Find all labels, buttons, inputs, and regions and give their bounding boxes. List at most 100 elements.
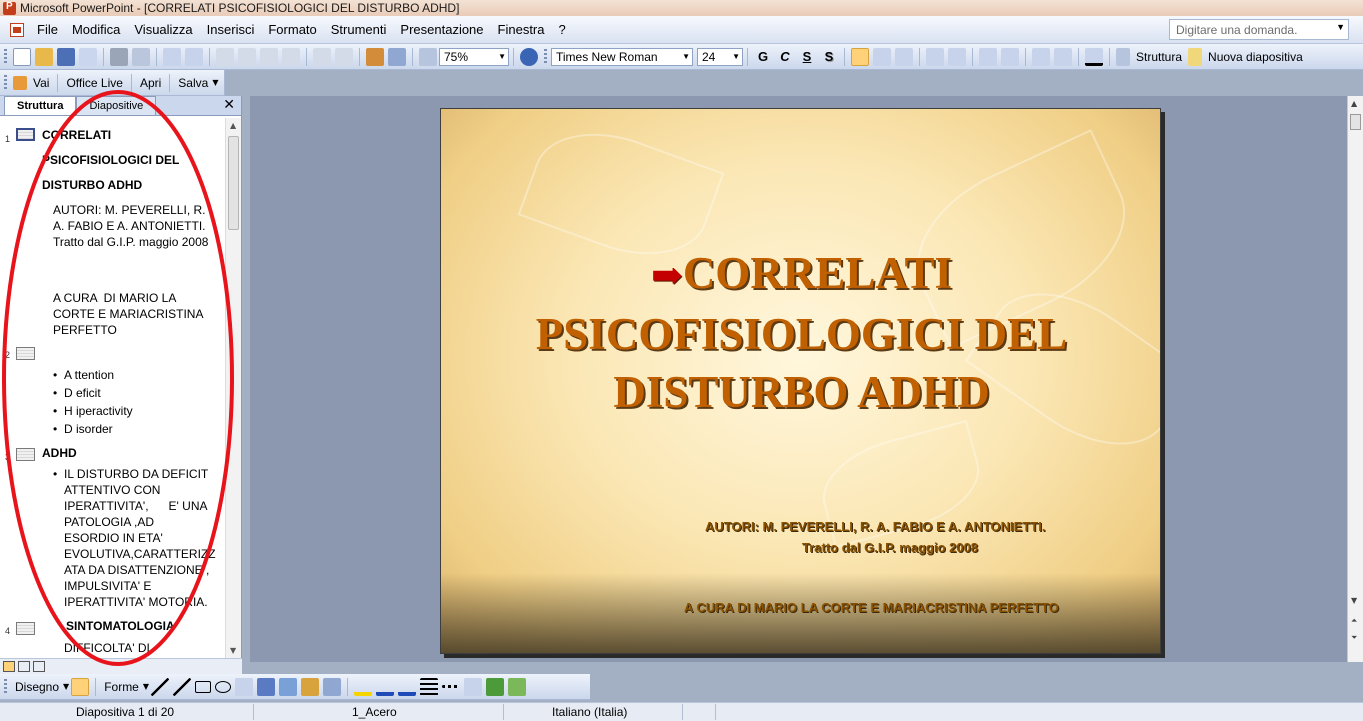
menu-strumenti[interactable]: Strumenti xyxy=(324,22,394,37)
shadow-style-icon[interactable] xyxy=(486,677,505,696)
go-icon[interactable] xyxy=(13,75,27,90)
spelling-icon[interactable] xyxy=(163,47,181,66)
align-left-icon[interactable] xyxy=(851,47,869,66)
outline-content[interactable]: 1 CORRELATI PSICOFISIOLOGICI DEL DISTURB… xyxy=(0,118,226,658)
insert-table-icon[interactable] xyxy=(388,47,406,66)
scroll-down-icon[interactable]: ▼ xyxy=(1351,596,1357,605)
slide-icon[interactable] xyxy=(16,347,35,360)
next-slide-icon[interactable]: ⏷ xyxy=(1351,633,1357,643)
menu-modifica[interactable]: Modifica xyxy=(65,22,127,37)
outline-body-text[interactable]: DIFFICOLTA' DI xyxy=(64,640,150,656)
menu-help[interactable]: ? xyxy=(552,22,573,37)
menu-visualizza[interactable]: Visualizza xyxy=(127,22,199,37)
powerpoint-app-icon[interactable] xyxy=(3,1,16,15)
scroll-up-icon[interactable]: ▲ xyxy=(1351,99,1357,108)
slideshow-view-icon[interactable] xyxy=(33,661,45,672)
arrow-line-icon[interactable] xyxy=(173,677,192,696)
arrow-style-icon[interactable] xyxy=(464,677,483,696)
tab-slides[interactable]: Diapositive xyxy=(76,96,157,115)
zoom-select[interactable]: 75% ▼ xyxy=(439,47,509,66)
menu-inserisci[interactable]: Inserisci xyxy=(200,22,262,37)
toolbar-grip[interactable] xyxy=(4,678,7,695)
select-pointer-icon[interactable] xyxy=(71,677,90,696)
help-question-box[interactable]: Digitare una domanda. ▼ xyxy=(1169,19,1349,40)
normal-view-icon[interactable] xyxy=(3,661,15,672)
new-slide-button[interactable]: Nuova diapositiva xyxy=(1204,50,1307,64)
outline-bullet[interactable]: IL DISTURBO DA DEFICIT ATTENTIVO CON IPE… xyxy=(53,466,216,610)
line-style-icon[interactable] xyxy=(420,677,439,696)
dash-style-icon[interactable] xyxy=(442,685,461,688)
open-button[interactable]: Apri xyxy=(136,76,165,90)
align-center-icon[interactable] xyxy=(873,47,891,66)
cut-icon[interactable] xyxy=(216,47,234,66)
menu-formato[interactable]: Formato xyxy=(261,22,323,37)
toolbar-grip[interactable] xyxy=(4,48,7,65)
scroll-down-icon[interactable]: ▼ xyxy=(230,646,236,655)
copy-icon[interactable] xyxy=(238,47,256,66)
fill-color-icon[interactable] xyxy=(354,678,373,696)
slide-icon[interactable] xyxy=(16,622,35,635)
outline-bullet[interactable]: A ttention xyxy=(53,366,114,384)
help-icon[interactable] xyxy=(520,47,538,66)
language-status[interactable]: Italiano (Italia) xyxy=(552,705,627,719)
document-icon[interactable] xyxy=(10,22,24,37)
shapes-menu[interactable]: Forme xyxy=(100,680,143,694)
scroll-thumb[interactable] xyxy=(1350,114,1361,130)
chevron-down-icon[interactable]: ▼ xyxy=(498,52,506,61)
font-size-select[interactable]: 24 ▼ xyxy=(697,47,743,66)
chevron-down-icon[interactable]: ▼ xyxy=(732,52,740,61)
print-icon[interactable] xyxy=(110,47,128,66)
open-folder-icon[interactable] xyxy=(35,47,53,66)
save-menu[interactable]: Salva xyxy=(174,76,212,90)
menu-file[interactable]: File xyxy=(30,22,65,37)
slide-sorter-view-icon[interactable] xyxy=(18,661,30,672)
slide-icon[interactable] xyxy=(16,448,35,461)
toolbar-grip[interactable] xyxy=(544,48,547,65)
chevron-down-icon[interactable]: ▼ xyxy=(143,682,149,691)
increase-indent-icon[interactable] xyxy=(1054,47,1072,66)
format-painter-icon[interactable] xyxy=(282,47,300,66)
line-color-icon[interactable] xyxy=(376,678,395,696)
permission-icon[interactable] xyxy=(79,47,97,66)
research-icon[interactable] xyxy=(185,47,203,66)
save-icon[interactable] xyxy=(57,47,75,66)
clip-art-icon[interactable] xyxy=(301,677,320,696)
chevron-down-icon[interactable]: ▼ xyxy=(1336,22,1345,32)
chevron-down-icon[interactable]: ▼ xyxy=(212,78,218,87)
close-icon[interactable]: ✕ xyxy=(223,97,235,113)
outline-bullet[interactable]: D isorder xyxy=(53,420,113,438)
office-live-button[interactable]: Office Live xyxy=(62,76,126,90)
font-color-icon[interactable] xyxy=(1085,47,1103,66)
go-menu[interactable]: Vai xyxy=(29,76,53,90)
outline-slide-title[interactable]: CORRELATI xyxy=(42,123,111,148)
scroll-thumb[interactable] xyxy=(228,136,239,230)
new-document-icon[interactable] xyxy=(13,47,31,66)
draw-menu[interactable]: Disegno xyxy=(11,680,63,694)
slide-title[interactable]: ➡CORRELATI PSICOFISIOLOGICI DEL DISTURBO… xyxy=(441,244,1160,421)
print-preview-icon[interactable] xyxy=(132,47,150,66)
chevron-down-icon[interactable]: ▼ xyxy=(63,682,69,691)
decrease-font-icon[interactable] xyxy=(1001,47,1019,66)
outline-bullet[interactable]: H iperactivity xyxy=(53,402,133,420)
menu-finestra[interactable]: Finestra xyxy=(491,22,552,37)
design-icon[interactable] xyxy=(1116,47,1130,66)
scroll-up-icon[interactable]: ▲ xyxy=(230,121,236,130)
curator-line[interactable]: A CURA DI MARIO LA CORTE E MARIACRISTINA… xyxy=(684,600,1059,615)
menu-presentazione[interactable]: Presentazione xyxy=(393,22,490,37)
outline-slide-title[interactable]: ADHD xyxy=(42,441,77,466)
diagram-icon[interactable] xyxy=(279,677,298,696)
outline-scrollbar[interactable]: ▲ ▼ xyxy=(225,118,241,658)
text-box-icon[interactable] xyxy=(235,677,254,696)
outline-slide-title[interactable]: SINTOMATOLOGIA xyxy=(66,614,175,639)
paste-icon[interactable] xyxy=(260,47,278,66)
underline-button[interactable]: S xyxy=(796,49,818,64)
increase-font-icon[interactable] xyxy=(979,47,997,66)
previous-slide-icon[interactable]: ⏶ xyxy=(1351,616,1357,626)
slide-icon[interactable] xyxy=(16,128,35,141)
tab-outline[interactable]: Struttura xyxy=(4,96,77,115)
outline-slide-title[interactable]: DISTURBO ADHD xyxy=(42,173,142,198)
3d-style-icon[interactable] xyxy=(508,677,527,696)
decrease-indent-icon[interactable] xyxy=(1032,47,1050,66)
new-slide-icon[interactable] xyxy=(1188,47,1203,66)
font-color-icon[interactable] xyxy=(398,678,417,696)
